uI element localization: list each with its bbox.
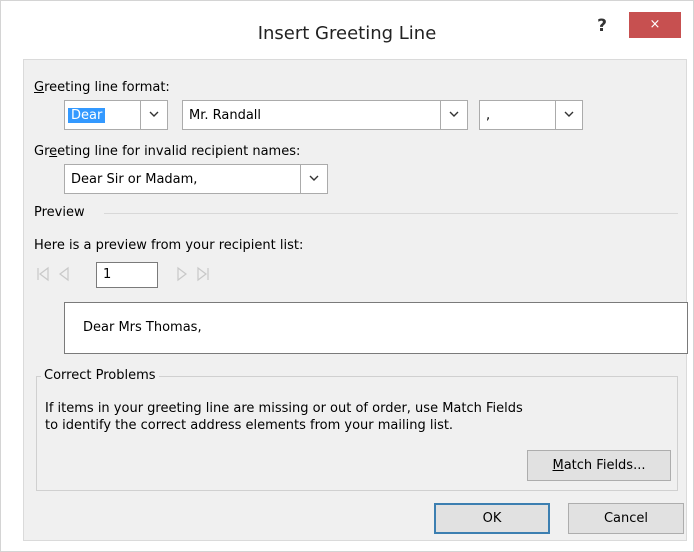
preview-section-label: Preview [34,205,85,220]
close-icon: × [649,17,661,32]
title-bar[interactable]: Insert Greeting Line ? × [1,1,693,57]
record-number-input[interactable]: 1 [96,262,158,288]
greeting-format-label-text: reeting line format: [44,80,170,95]
correct-problems-group: Correct Problems If items in your greeti… [36,368,678,491]
help-button[interactable]: ? [587,13,617,39]
cancel-button[interactable]: Cancel [568,503,684,534]
correct-problems-legend: Correct Problems [41,368,159,383]
dialog-body: Greeting line format: Dear Mr. Randall ,… [23,59,688,541]
greeting-format-accel: G [34,80,45,95]
match-fields-accel: M [552,458,564,473]
correct-problems-text-line2: to identify the correct address elements… [45,418,454,433]
chevron-down-icon [564,111,574,117]
salutation-selected-text: Dear [68,108,106,123]
preview-description: Here is a preview from your recipient li… [34,238,304,253]
previous-record-icon[interactable] [58,266,70,282]
insert-greeting-line-dialog: Insert Greeting Line ? × Greeting line f… [0,0,694,552]
punctuation-value: , [486,108,491,123]
name-format-arrow[interactable] [440,101,467,129]
salutation-arrow[interactable] [140,101,167,129]
match-fields-label: atch Fields... [563,458,646,473]
invalid-names-label: Greeting line for invalid recipient name… [34,144,300,159]
salutation-dropdown[interactable]: Dear [64,100,168,130]
greeting-preview-text: Dear Mrs Thomas, [83,320,202,335]
match-fields-button[interactable]: Match Fields... [527,450,671,481]
first-record-icon[interactable] [36,266,50,282]
record-number-value: 1 [103,267,112,282]
preview-separator [104,213,678,214]
punctuation-dropdown[interactable]: , [479,100,583,130]
greeting-preview-box: Dear Mrs Thomas, [64,302,688,354]
close-button[interactable]: × [629,12,681,38]
invalid-names-label-text: eting line for invalid recipient names: [57,144,301,159]
invalid-names-dropdown[interactable]: Dear Sir or Madam, [64,164,328,194]
chevron-down-icon [149,111,159,117]
name-format-value: Mr. Randall [189,108,262,123]
greeting-format-label: Greeting line format: [34,80,170,95]
last-record-icon[interactable] [196,266,210,282]
correct-problems-text-line1: If items in your greeting line are missi… [45,401,523,416]
next-record-icon[interactable] [176,266,188,282]
chevron-down-icon [449,111,459,117]
invalid-names-label-prefix: Gr [34,144,50,159]
invalid-names-arrow[interactable] [300,165,327,193]
invalid-names-value: Dear Sir or Madam, [71,172,198,187]
chevron-down-icon [309,175,319,181]
invalid-names-accel: e [49,144,58,159]
punctuation-arrow[interactable] [555,101,582,129]
name-format-dropdown[interactable]: Mr. Randall [182,100,468,130]
salutation-value: Dear [68,108,106,123]
ok-button[interactable]: OK [434,503,550,534]
